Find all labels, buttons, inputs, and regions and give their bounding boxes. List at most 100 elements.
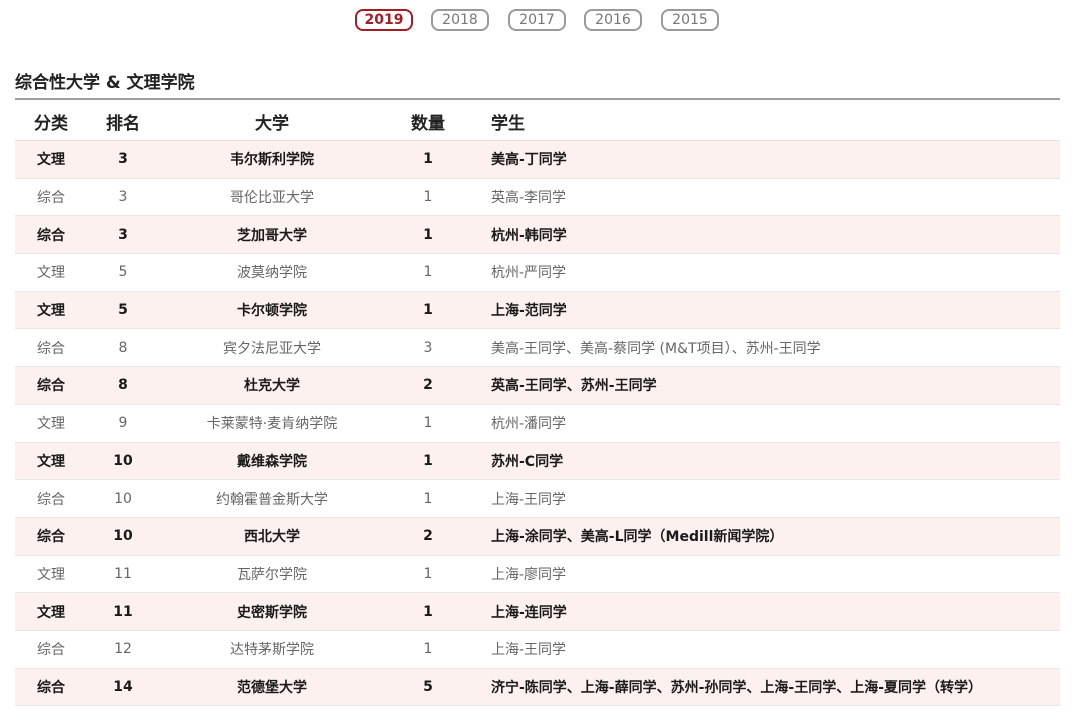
cell-university: 芝加哥大学 [159,215,385,255]
year-tab-2016[interactable]: 2016 [584,9,642,31]
cell-students: 上海-王同学 [471,630,1060,669]
cell-university: 达特茅斯学院 [159,630,385,669]
section-divider [15,98,1060,100]
cell-count: 1 [385,592,471,631]
cell-university: 戴维森学院 [159,442,385,481]
cell-count: 1 [385,291,471,330]
cell-university: 范德堡大学 [159,668,385,707]
cell-rank: 10 [87,517,159,556]
year-tab-bar: 2019 2018 2017 2016 2015 [0,9,1080,35]
cell-category: 综合 [15,178,87,217]
cell-students: 美高-丁同学 [471,140,1060,179]
cell-rank: 5 [87,253,159,292]
section-title: 综合性大学 & 文理学院 [15,73,195,93]
cell-students: 杭州-严同学 [471,253,1060,292]
header-students: 学生 [471,102,1060,141]
cell-rank: 3 [87,215,159,255]
year-tab-2019[interactable]: 2019 [355,9,413,31]
cell-category: 文理 [15,592,87,631]
table-row: 综合 8 杜克大学 2 英高-王同学、苏州-王同学 [15,366,1060,405]
university-table: 分类 排名 大学 数量 学生 文理 3 韦尔斯利学院 1 美高-丁同学 综合 3 哥伦比亚大学… [15,102,1060,707]
cell-category: 文理 [15,404,87,443]
table-row: 综合 12 达特茅斯学院 1 上海-王同学 [15,630,1060,669]
cell-count: 1 [385,630,471,669]
table-row: 文理 5 卡尔顿学院 1 上海-范同学 [15,291,1060,330]
table-row: 文理 9 卡莱蒙特·麦肯纳学院 1 杭州-潘同学 [15,404,1060,443]
cell-count: 1 [385,404,471,443]
header-rank: 排名 [87,102,159,141]
cell-students: 上海-范同学 [471,291,1060,330]
cell-students: 苏州-C同学 [471,442,1060,481]
cell-students: 上海-连同学 [471,592,1060,631]
cell-count: 1 [385,253,471,292]
cell-university: 约翰霍普金斯大学 [159,479,385,518]
table-header-row: 分类 排名 大学 数量 学生 [15,102,1060,141]
cell-rank: 12 [87,630,159,669]
cell-rank: 10 [87,479,159,518]
year-tab-2017[interactable]: 2017 [508,9,566,31]
cell-category: 综合 [15,668,87,707]
cell-students: 英高-王同学、苏州-王同学 [471,366,1060,405]
table-row: 综合 10 约翰霍普金斯大学 1 上海-王同学 [15,479,1060,518]
cell-students: 济宁-陈同学、上海-薛同学、苏州-孙同学、上海-王同学、上海-夏同学（转学） [471,668,1060,707]
cell-count: 3 [385,328,471,368]
cell-students: 杭州-潘同学 [471,404,1060,443]
year-tab-2018[interactable]: 2018 [431,9,489,31]
cell-university: 宾夕法尼亚大学 [159,328,385,368]
cell-count: 5 [385,668,471,707]
cell-students: 杭州-韩同学 [471,215,1060,255]
cell-university: 史密斯学院 [159,592,385,631]
header-university: 大学 [159,102,385,141]
table-row: 文理 11 史密斯学院 1 上海-连同学 [15,592,1060,631]
table-row: 综合 8 宾夕法尼亚大学 3 美高-王同学、美高-蔡同学 (M&T项目）、苏州-王同学 [15,328,1060,368]
cell-category: 综合 [15,215,87,255]
cell-university: 哥伦比亚大学 [159,178,385,217]
cell-students: 上海-涂同学、美高-L同学（Medill新闻学院） [471,517,1060,556]
cell-rank: 10 [87,442,159,481]
cell-university: 波莫纳学院 [159,253,385,292]
year-tab-2015[interactable]: 2015 [661,9,719,31]
cell-rank: 11 [87,592,159,631]
cell-students: 英高-李同学 [471,178,1060,217]
cell-university: 瓦萨尔学院 [159,555,385,594]
cell-count: 1 [385,178,471,217]
table-row: 综合 3 芝加哥大学 1 杭州-韩同学 [15,215,1060,255]
cell-university: 杜克大学 [159,366,385,405]
cell-category: 文理 [15,555,87,594]
cell-rank: 5 [87,291,159,330]
cell-rank: 3 [87,178,159,217]
cell-students: 美高-王同学、美高-蔡同学 (M&T项目）、苏州-王同学 [471,328,1060,368]
table-row: 文理 10 戴维森学院 1 苏州-C同学 [15,442,1060,481]
cell-university: 西北大学 [159,517,385,556]
cell-university: 卡莱蒙特·麦肯纳学院 [159,404,385,443]
cell-students: 上海-王同学 [471,479,1060,518]
cell-rank: 11 [87,555,159,594]
table-row: 综合 10 西北大学 2 上海-涂同学、美高-L同学（Medill新闻学院） [15,517,1060,556]
cell-rank: 14 [87,668,159,707]
cell-count: 1 [385,140,471,179]
table-row: 文理 11 瓦萨尔学院 1 上海-廖同学 [15,555,1060,594]
table-row: 综合 14 范德堡大学 5 济宁-陈同学、上海-薛同学、苏州-孙同学、上海-王同学、上海… [15,668,1060,707]
header-category: 分类 [15,102,87,141]
cell-rank: 8 [87,328,159,368]
cell-count: 2 [385,366,471,405]
cell-category: 综合 [15,630,87,669]
cell-students: 上海-廖同学 [471,555,1060,594]
table-row: 文理 3 韦尔斯利学院 1 美高-丁同学 [15,140,1060,179]
header-count: 数量 [385,102,471,141]
cell-count: 2 [385,517,471,556]
table-row: 综合 3 哥伦比亚大学 1 英高-李同学 [15,178,1060,217]
cell-university: 卡尔顿学院 [159,291,385,330]
table-row: 文理 5 波莫纳学院 1 杭州-严同学 [15,253,1060,292]
cell-count: 1 [385,215,471,255]
cell-rank: 3 [87,140,159,179]
cell-rank: 8 [87,366,159,405]
table-body: 文理 3 韦尔斯利学院 1 美高-丁同学 综合 3 哥伦比亚大学 1 英高-李同学 综合 3 芝加哥大学… [15,140,1060,707]
cell-university: 韦尔斯利学院 [159,140,385,179]
cell-count: 1 [385,479,471,518]
cell-category: 文理 [15,253,87,292]
cell-category: 综合 [15,517,87,556]
cell-rank: 9 [87,404,159,443]
cell-category: 文理 [15,442,87,481]
cell-category: 文理 [15,140,87,179]
